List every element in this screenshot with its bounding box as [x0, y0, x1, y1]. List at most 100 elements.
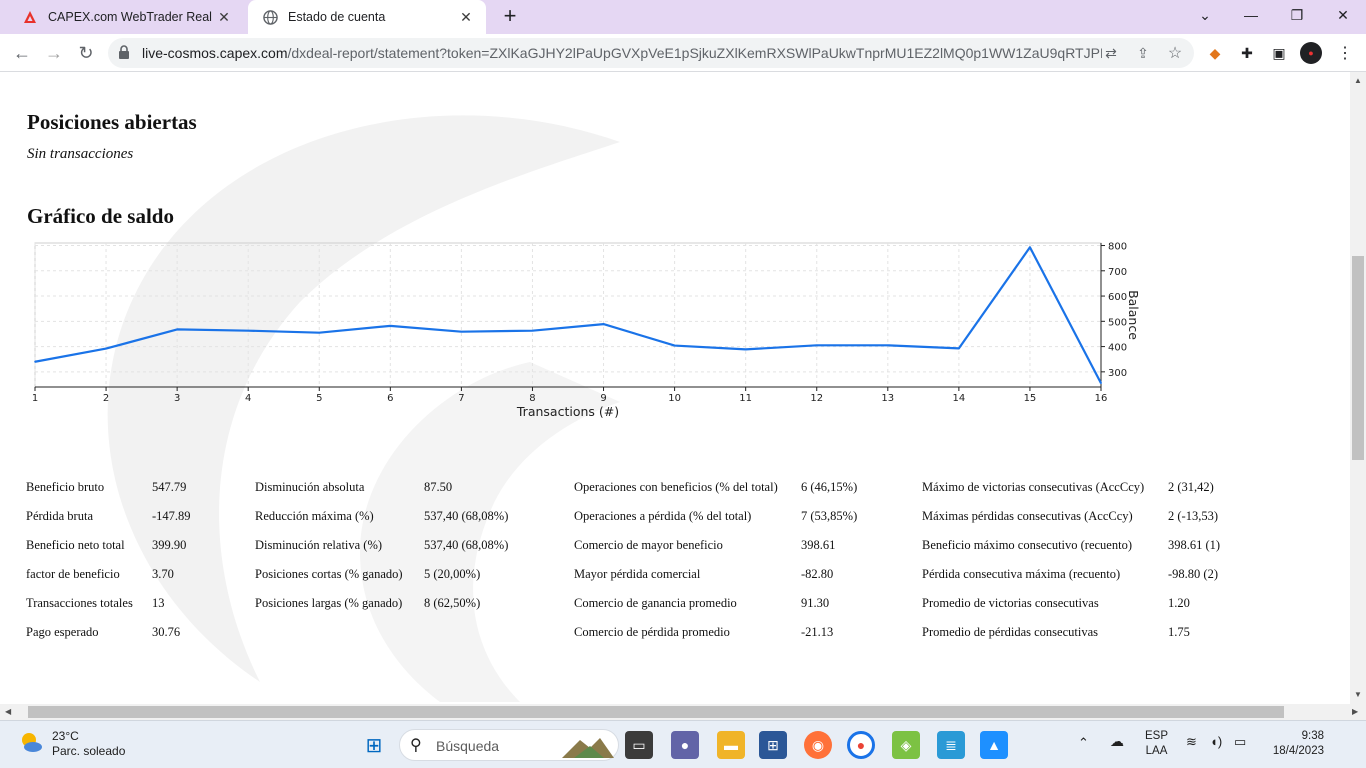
bookmark-star-icon[interactable]: ☆: [1166, 44, 1184, 62]
x-axis-label: Transactions (#): [516, 404, 619, 419]
balance-data-point: [1029, 246, 1031, 249]
translate-icon[interactable]: ⇄: [1102, 44, 1120, 62]
photos-icon[interactable]: ▲: [980, 731, 1008, 759]
teams-chat-icon[interactable]: ●: [671, 731, 699, 759]
horizontal-scroll-thumb[interactable]: [28, 706, 1284, 718]
capex-logo-icon: [22, 9, 38, 25]
reload-icon[interactable]: ↻: [74, 41, 98, 65]
stat-label: Beneficio bruto: [26, 480, 105, 494]
scroll-right-icon[interactable]: ▶: [1352, 707, 1358, 716]
stat-value: 537,40 (68,08%): [424, 538, 509, 552]
x-tick-label: 4: [245, 393, 251, 404]
start-windows-icon[interactable]: ⊞: [360, 731, 388, 759]
bluestacks-icon[interactable]: ◈: [892, 731, 920, 759]
stat-label: Posiciones cortas (% ganado): [255, 567, 403, 581]
search-icon: ⚲: [410, 737, 422, 754]
chrome-icon[interactable]: ●: [847, 731, 875, 759]
balance-data-point: [815, 344, 818, 347]
metamask-icon[interactable]: ◆: [1204, 42, 1226, 64]
stat-label: Promedio de victorias consecutivas: [922, 596, 1099, 610]
stat-value: -98.80 (2): [1168, 567, 1218, 581]
balance-data-point: [389, 325, 392, 327]
scroll-left-icon[interactable]: ◀: [5, 707, 11, 716]
restore-icon[interactable]: ❐: [1274, 0, 1320, 30]
onedrive-cloud-icon[interactable]: ☁: [1110, 734, 1124, 749]
vertical-scroll-thumb[interactable]: [1352, 256, 1364, 460]
back-icon[interactable]: ←: [10, 41, 34, 65]
firefox-icon[interactable]: ◉: [804, 731, 832, 759]
extensions-puzzle-icon[interactable]: ✚: [1236, 42, 1258, 64]
stat-label: Máximas pérdidas consecutivas (AccCcy): [922, 509, 1133, 523]
stat-label: Máximo de victorias consecutivas (AccCcy…: [922, 480, 1145, 494]
weather-widget[interactable]: 23°C Parc. soleado: [18, 729, 125, 759]
language-indicator[interactable]: ESP LAA: [1145, 729, 1168, 759]
stat-value: 1.20: [1168, 596, 1190, 610]
battery-icon[interactable]: ▭: [1234, 734, 1246, 749]
y-axis-label: Balance: [1126, 290, 1141, 340]
stat-value: -82.80: [801, 567, 834, 581]
scroll-down-icon[interactable]: ▼: [1354, 690, 1362, 699]
x-tick-label: 13: [881, 393, 894, 404]
tab-search-icon[interactable]: ⌄: [1182, 0, 1228, 30]
stat-label: Comercio de mayor beneficio: [574, 538, 723, 552]
microsoft-store-icon[interactable]: ⊞: [759, 731, 787, 759]
tab-estado-de-cuenta[interactable]: Estado de cuenta ✕: [248, 0, 486, 34]
horizontal-scrollbar[interactable]: ◀ ▶: [0, 704, 1366, 720]
page-content: Posiciones abiertas Sin transacciones Gr…: [0, 72, 1350, 704]
globe-icon: [262, 9, 278, 25]
taskbar-search[interactable]: ⚲ Búsqueda: [399, 729, 619, 761]
forward-icon[interactable]: →: [42, 41, 66, 65]
lock-icon[interactable]: [118, 45, 130, 64]
minimize-icon[interactable]: —: [1228, 0, 1274, 30]
side-panel-icon[interactable]: ▣: [1268, 42, 1290, 64]
notepad-icon[interactable]: ≣: [937, 731, 965, 759]
stat-label: Operaciones a pérdida (% del total): [574, 509, 752, 523]
volume-icon[interactable]: ◖): [1210, 734, 1222, 749]
clock[interactable]: 9:38 18/4/2023: [1264, 729, 1324, 759]
window-controls: ⌄ — ❐ ✕: [1182, 0, 1366, 30]
task-view-icon[interactable]: ▭: [625, 731, 653, 759]
stat-label: Comercio de ganancia promedio: [574, 596, 737, 610]
x-tick-label: 12: [810, 393, 823, 404]
y-tick-label: 800: [1108, 242, 1127, 253]
open-positions-heading: Posiciones abiertas: [27, 110, 197, 134]
share-icon[interactable]: ⇪: [1134, 44, 1152, 62]
language-code: ESP: [1145, 730, 1169, 742]
tab-capex-webtrader[interactable]: CAPEX.com WebTrader Real ✕: [8, 0, 244, 34]
scroll-up-icon[interactable]: ▲: [1354, 76, 1362, 85]
file-explorer-icon[interactable]: ▬: [717, 731, 745, 759]
stat-value: 399.90: [152, 538, 187, 552]
vertical-scrollbar[interactable]: ▲ ▼: [1350, 72, 1366, 704]
tray-overflow-icon[interactable]: ⌃: [1078, 735, 1089, 750]
x-tick-label: 10: [668, 393, 681, 404]
close-icon[interactable]: ✕: [214, 7, 234, 27]
balance-chart: 1 2 3 4 5 6 7 8 9 10 11 12 13 14 15 16 300 400 500 600 700 80…: [20, 237, 1180, 437]
wifi-icon[interactable]: ≋: [1186, 734, 1197, 749]
windows-taskbar: 23°C Parc. soleado ⊞ ⚲ Búsqueda ▭ ● ▬ ⊞ …: [0, 720, 1366, 768]
stat-label: Transacciones totales: [26, 596, 133, 610]
close-icon[interactable]: ✕: [456, 7, 476, 27]
x-tick-label: 9: [600, 393, 606, 404]
url-host: live-cosmos.capex.com: [142, 45, 288, 61]
x-tick-label: 2: [103, 393, 109, 404]
no-transactions-note: Sin transacciones: [27, 146, 134, 162]
weather-desc: Parc. soleado: [52, 744, 126, 758]
stat-label: factor de beneficio: [26, 567, 120, 581]
stat-value: 7 (53,85%): [801, 509, 858, 523]
menu-dots-icon[interactable]: ⋮: [1334, 42, 1356, 64]
address-bar[interactable]: live-cosmos.capex.com/dxdeal-report/stat…: [108, 38, 1194, 68]
balance-data-point: [34, 360, 36, 363]
new-tab-button[interactable]: +: [498, 5, 522, 29]
x-tick-label: 16: [1095, 393, 1108, 404]
y-tick-label: 700: [1108, 267, 1127, 278]
search-highlight-image: [562, 738, 614, 758]
url-text: live-cosmos.capex.com/dxdeal-report/stat…: [142, 45, 1102, 61]
keyboard-layout: LAA: [1145, 745, 1168, 757]
x-tick-label: 5: [316, 393, 322, 404]
window-close-icon[interactable]: ✕: [1320, 0, 1366, 30]
y-tick-label: 500: [1108, 317, 1127, 328]
stat-label: Pago esperado: [26, 625, 99, 639]
stat-value: 91.30: [801, 596, 830, 610]
stat-label: Reducción máxima (%): [255, 509, 374, 523]
profile-avatar[interactable]: ●: [1300, 42, 1322, 64]
